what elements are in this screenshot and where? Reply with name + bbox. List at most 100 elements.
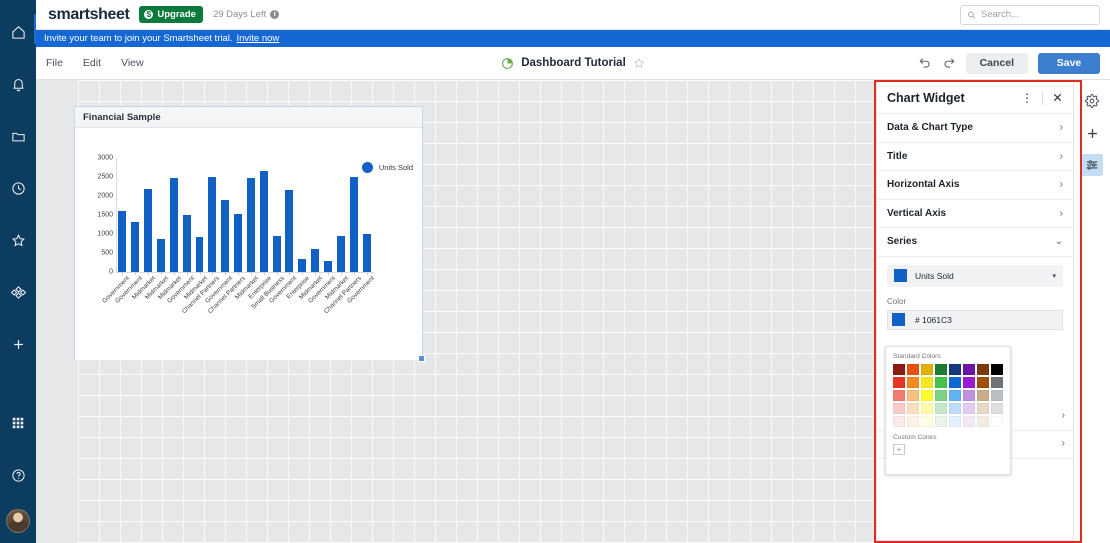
- bar[interactable]: [350, 177, 358, 272]
- bar[interactable]: [260, 171, 268, 272]
- bar[interactable]: [118, 211, 126, 272]
- favorite-star-icon[interactable]: [633, 57, 645, 69]
- cancel-button[interactable]: Cancel: [966, 53, 1028, 74]
- help-question-icon[interactable]: [0, 457, 36, 493]
- palette-swatch[interactable]: [977, 390, 989, 401]
- palette-swatch[interactable]: [893, 416, 905, 427]
- menu-file[interactable]: File: [46, 57, 63, 69]
- recents-clock-icon[interactable]: [0, 170, 36, 206]
- section-series[interactable]: Series ⌄: [877, 228, 1073, 257]
- section-vertical-axis[interactable]: Vertical Axis ›: [877, 200, 1073, 229]
- palette-swatch[interactable]: [949, 416, 961, 427]
- bar[interactable]: [196, 237, 204, 272]
- section-title[interactable]: Title ›: [877, 143, 1073, 172]
- palette-swatch[interactable]: [921, 364, 933, 375]
- palette-swatch[interactable]: [893, 390, 905, 401]
- palette-swatch[interactable]: [991, 416, 1003, 427]
- undo-button[interactable]: [918, 56, 932, 70]
- redo-button[interactable]: [942, 56, 956, 70]
- palette-swatch[interactable]: [977, 364, 989, 375]
- palette-swatch[interactable]: [991, 364, 1003, 375]
- palette-swatch[interactable]: [907, 377, 919, 388]
- palette-swatch[interactable]: [949, 403, 961, 414]
- palette-swatch[interactable]: [921, 403, 933, 414]
- palette-swatch[interactable]: [963, 377, 975, 388]
- palette-swatch[interactable]: [921, 377, 933, 388]
- palette-swatch[interactable]: [907, 390, 919, 401]
- add-widget-plus-icon[interactable]: [1081, 122, 1103, 144]
- palette-swatch[interactable]: [949, 364, 961, 375]
- info-icon[interactable]: i: [270, 10, 279, 19]
- notifications-bell-icon[interactable]: [0, 66, 36, 102]
- bar[interactable]: [208, 177, 216, 272]
- palette-swatch[interactable]: [963, 390, 975, 401]
- bar[interactable]: [337, 236, 345, 272]
- palette-swatch[interactable]: [893, 377, 905, 388]
- palette-swatch[interactable]: [935, 364, 947, 375]
- palette-swatch[interactable]: [935, 416, 947, 427]
- palette-swatch[interactable]: [907, 364, 919, 375]
- standard-colors-grid[interactable]: [893, 364, 1003, 427]
- bar[interactable]: [157, 239, 165, 272]
- palette-swatch[interactable]: [963, 364, 975, 375]
- color-hex-field[interactable]: # 1061C3: [887, 310, 1063, 330]
- palette-swatch[interactable]: [977, 377, 989, 388]
- palette-swatch[interactable]: [935, 390, 947, 401]
- menu-edit[interactable]: Edit: [83, 57, 101, 69]
- save-button[interactable]: Save: [1038, 53, 1100, 74]
- bar[interactable]: [285, 190, 293, 272]
- bar[interactable]: [183, 215, 191, 272]
- global-search[interactable]: [960, 5, 1100, 25]
- palette-swatch[interactable]: [991, 403, 1003, 414]
- close-icon[interactable]: [1052, 92, 1063, 103]
- gear-icon[interactable]: [1081, 90, 1103, 112]
- workapps-diamond-icon[interactable]: [0, 274, 36, 310]
- bar[interactable]: [247, 178, 255, 272]
- widget-resize-handle[interactable]: [418, 355, 425, 362]
- palette-swatch[interactable]: [963, 403, 975, 414]
- section-data-chart-type[interactable]: Data & Chart Type ›: [877, 114, 1073, 143]
- panel-more-options-icon[interactable]: ⋮: [1021, 92, 1033, 104]
- palette-swatch[interactable]: [921, 416, 933, 427]
- app-launcher-grid-icon[interactable]: [0, 405, 36, 441]
- browse-folder-icon[interactable]: [0, 118, 36, 154]
- add-custom-color-button[interactable]: +: [893, 444, 905, 455]
- favorites-star-icon[interactable]: [0, 222, 36, 258]
- bar[interactable]: [363, 234, 371, 272]
- bar[interactable]: [144, 189, 152, 272]
- home-icon[interactable]: [0, 14, 36, 50]
- series-select-dropdown[interactable]: Units Sold ▾: [887, 265, 1063, 287]
- palette-swatch[interactable]: [949, 377, 961, 388]
- palette-swatch[interactable]: [907, 403, 919, 414]
- palette-swatch[interactable]: [907, 416, 919, 427]
- palette-swatch[interactable]: [921, 390, 933, 401]
- palette-swatch[interactable]: [893, 364, 905, 375]
- properties-sliders-icon[interactable]: [1081, 154, 1103, 176]
- palette-swatch[interactable]: [991, 377, 1003, 388]
- bar[interactable]: [324, 261, 332, 272]
- palette-swatch[interactable]: [963, 416, 975, 427]
- upgrade-button[interactable]: $ Upgrade: [139, 6, 203, 23]
- create-plus-icon[interactable]: [0, 326, 36, 362]
- chart-widget[interactable]: Financial Sample Units Sold 050010001500…: [74, 106, 423, 360]
- bar[interactable]: [298, 259, 306, 272]
- palette-swatch[interactable]: [935, 377, 947, 388]
- search-input[interactable]: [981, 9, 1093, 20]
- invite-now-link[interactable]: Invite now: [237, 33, 280, 44]
- palette-swatch[interactable]: [977, 416, 989, 427]
- bar[interactable]: [311, 249, 319, 272]
- palette-swatch[interactable]: [977, 403, 989, 414]
- color-palette-popup[interactable]: Standard Colors Custom Colors +: [885, 346, 1011, 475]
- bar[interactable]: [221, 200, 229, 272]
- bar[interactable]: [170, 178, 178, 272]
- bar[interactable]: [273, 236, 281, 272]
- bar[interactable]: [234, 214, 242, 272]
- user-avatar[interactable]: [6, 509, 30, 533]
- bar[interactable]: [131, 222, 139, 272]
- palette-swatch[interactable]: [935, 403, 947, 414]
- section-horizontal-axis[interactable]: Horizontal Axis ›: [877, 171, 1073, 200]
- menu-view[interactable]: View: [121, 57, 144, 69]
- palette-swatch[interactable]: [949, 390, 961, 401]
- palette-swatch[interactable]: [991, 390, 1003, 401]
- palette-swatch[interactable]: [893, 403, 905, 414]
